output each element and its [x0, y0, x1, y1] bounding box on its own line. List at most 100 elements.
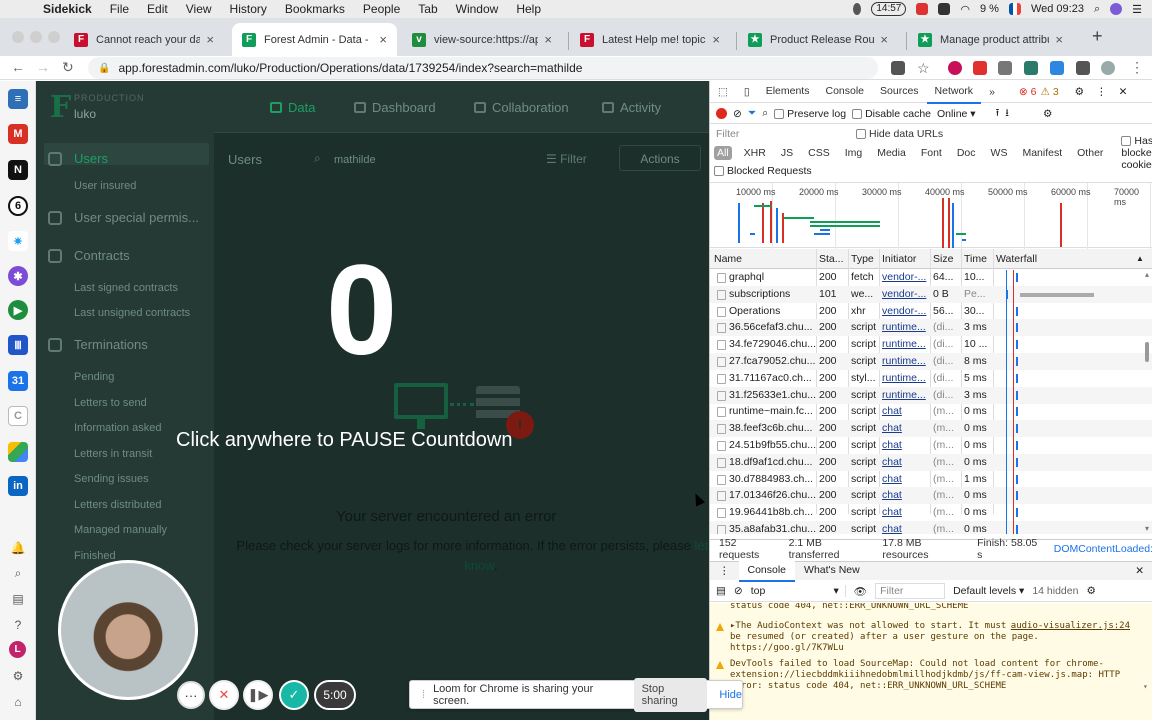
cell-init[interactable]: chat — [882, 420, 932, 437]
preserve-log-checkbox[interactable]: Preserve log — [774, 108, 846, 120]
disable-cache-checkbox[interactable]: Disable cache — [852, 108, 931, 120]
bookmark-star-icon[interactable]: ☆ — [917, 61, 931, 75]
extension-icon[interactable] — [1024, 61, 1038, 75]
user-avatar[interactable]: L — [9, 641, 26, 658]
devtools-tab-sources[interactable]: Sources — [872, 80, 927, 104]
close-tab-icon[interactable]: × — [1055, 32, 1063, 47]
cell-init[interactable]: runtime... — [882, 319, 932, 336]
devtools-tab-elements[interactable]: Elements — [758, 80, 818, 104]
camera-icon[interactable] — [891, 61, 905, 75]
cell-init[interactable]: chat — [882, 454, 932, 471]
inspect-element-icon[interactable]: ⬚ — [710, 81, 736, 103]
sidebar-item[interactable]: Last signed contracts — [74, 282, 178, 294]
type-filter-other[interactable]: Other — [1074, 146, 1106, 160]
clear-icon[interactable]: ⊘ — [733, 108, 742, 120]
calendar-icon[interactable]: 31 — [8, 371, 28, 391]
sidebar-item[interactable]: Information asked — [74, 422, 161, 434]
export-har-icon[interactable]: ⭳ — [1005, 105, 1009, 123]
log-levels-select[interactable]: Default levels ▾ — [953, 585, 1024, 597]
error-count-badge[interactable]: ⊗ 6 — [1019, 86, 1037, 98]
kebab-menu-icon[interactable]: ⋮ — [1130, 59, 1144, 76]
table-row[interactable]: 18.df9af1cd.chu... 200 script chat (m... 0 ms — [710, 453, 1152, 471]
hide-data-urls-checkbox[interactable]: Hide data URLs — [856, 128, 943, 140]
extension-icon[interactable] — [1050, 61, 1064, 75]
table-row[interactable]: 30.d7884983.ch... 200 script chat (m... 1 ms — [710, 471, 1152, 488]
table-row[interactable]: 31.71167ac0.ch... 200 styl... runtime... (di… — [710, 370, 1152, 387]
type-filter-css[interactable]: CSS — [805, 146, 833, 160]
profile-avatar[interactable] — [1101, 61, 1115, 75]
maximize-window-icon[interactable] — [48, 31, 60, 43]
cell-init[interactable]: vendor-... — [882, 286, 932, 303]
cell-init[interactable]: chat — [882, 487, 932, 504]
kebab-menu-icon[interactable]: ⋮ — [1096, 86, 1107, 98]
address-bar[interactable]: 🔒 app.forestadmin.com/luko/Production/Op… — [88, 57, 878, 79]
type-filter-js[interactable]: JS — [778, 146, 796, 160]
browser-tab[interactable]: F Latest Help me! topics - F × — [570, 23, 730, 56]
sidebar-item[interactable]: Letters distributed — [74, 499, 161, 511]
menu-help[interactable]: Help — [507, 0, 550, 18]
bell-icon[interactable]: 🔔 — [11, 541, 26, 555]
devtools-tab-network[interactable]: Network — [926, 80, 982, 104]
menu-bookmarks[interactable]: Bookmarks — [276, 0, 354, 18]
back-icon[interactable]: ← — [11, 59, 25, 75]
table-row[interactable]: runtime~main.fc... 200 script chat (m... 0 ms — [710, 403, 1152, 420]
close-window-icon[interactable] — [12, 31, 24, 43]
column-header[interactable]: Time — [964, 249, 994, 269]
throttle-select[interactable]: Online ▾ — [937, 108, 976, 120]
search-input[interactable]: mathilde — [334, 154, 376, 166]
delete-recording-icon[interactable]: ✕ — [209, 680, 239, 710]
menu-edit[interactable]: Edit — [138, 0, 177, 18]
cell-init[interactable]: runtime... — [882, 370, 932, 387]
app-icon[interactable]: ✱ — [8, 266, 28, 286]
wifi-icon[interactable]: ◠ — [960, 3, 970, 16]
devtools-tab-console[interactable]: Console — [817, 80, 872, 104]
sidebar-item[interactable]: Finished — [74, 550, 116, 562]
linkedin-icon[interactable]: in — [8, 476, 28, 496]
extension-icon[interactable] — [998, 61, 1012, 75]
network-overview-timeline[interactable]: 10000 ms 20000 ms 30000 ms 40000 ms 50000 ms… — [710, 182, 1152, 249]
sort-arrow-icon[interactable]: ▲ — [1136, 249, 1144, 269]
search-icon[interactable]: ⌕ — [762, 107, 768, 120]
project-name[interactable]: luko — [74, 107, 96, 121]
reload-icon[interactable]: ↻ — [62, 59, 74, 76]
gear-icon[interactable]: ⚙ — [11, 669, 25, 683]
header-tab-data[interactable]: Data — [270, 100, 315, 115]
cell-init[interactable]: vendor-... — [882, 270, 932, 286]
intercom-icon[interactable]: Ⅲ — [8, 335, 28, 355]
app-icon[interactable]: 6 — [8, 196, 28, 216]
menu-history[interactable]: History — [221, 0, 276, 18]
home-icon[interactable]: ⌂ — [11, 695, 25, 709]
record-icon[interactable] — [716, 108, 727, 119]
loom-camera-bubble[interactable] — [58, 560, 198, 700]
cell-init[interactable]: runtime... — [882, 336, 932, 353]
network-settings-icon[interactable]: ⚙ — [1043, 108, 1052, 120]
type-filter-font[interactable]: Font — [918, 146, 945, 160]
drawer-tab[interactable]: Console — [738, 560, 796, 582]
countdown-number[interactable]: 0 — [326, 246, 397, 376]
context-select[interactable]: top ▾ — [751, 585, 846, 597]
menu-app-name[interactable]: Sidekick — [34, 0, 101, 18]
cell-init[interactable]: chat — [882, 521, 932, 534]
cell-init[interactable]: chat — [882, 471, 932, 488]
type-filter-doc[interactable]: Doc — [954, 146, 979, 160]
pause-recording-icon[interactable]: ❚▶ — [243, 680, 273, 710]
clock-badge[interactable]: 14:57 — [871, 2, 907, 16]
actions-button[interactable]: Actions — [619, 145, 701, 171]
cell-init[interactable]: vendor-... — [882, 303, 932, 320]
sidebar-item[interactable]: Terminations — [74, 337, 148, 352]
sidebar-item[interactable]: Contracts — [74, 248, 130, 263]
app-icon[interactable]: ✷ — [8, 231, 28, 251]
more-options-icon[interactable]: ··· — [177, 681, 205, 709]
import-har-icon[interactable]: ⭱ — [996, 105, 1000, 123]
notion-icon[interactable]: N — [8, 160, 28, 180]
column-header[interactable]: Sta... — [819, 249, 849, 269]
stop-sharing-button[interactable]: Stop sharing — [633, 677, 708, 712]
table-row[interactable]: subscriptions 101 we... vendor-... 0 B Pe... — [710, 285, 1152, 303]
warning-count-badge[interactable]: ⚠ 3 — [1040, 86, 1058, 98]
browser-tab[interactable]: v view-source:https://app.fo × — [402, 23, 562, 56]
table-row[interactable]: 38.feef3c6b.chu... 200 script chat (m... 0 ms — [710, 420, 1152, 438]
lock-icon[interactable]: 🔒 — [98, 63, 110, 74]
clear-console-icon[interactable]: ⊘ — [734, 585, 743, 597]
column-header[interactable]: Name — [714, 249, 814, 269]
blocked-requests-checkbox[interactable]: Blocked Requests — [714, 165, 812, 177]
